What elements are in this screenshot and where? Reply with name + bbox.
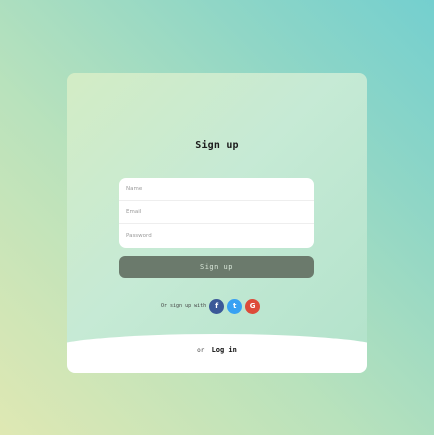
social-prompt: Or sign up with xyxy=(161,303,207,309)
email-field[interactable] xyxy=(126,201,314,223)
social-signup-row: Or sign up with f t G xyxy=(161,298,261,314)
page-title: Sign up xyxy=(195,140,239,151)
password-field-row xyxy=(119,224,314,247)
signup-card: Sign up Sign up Or sign up with f t G or… xyxy=(67,73,367,373)
password-field[interactable] xyxy=(126,224,314,247)
login-link[interactable]: Log in xyxy=(212,346,237,354)
login-prompt: or xyxy=(197,347,205,354)
facebook-icon[interactable]: f xyxy=(209,298,225,314)
signup-button[interactable]: Sign up xyxy=(119,256,314,278)
name-field[interactable] xyxy=(126,178,314,200)
login-row: or Log in xyxy=(67,346,367,354)
email-field-row xyxy=(119,201,314,224)
twitter-icon[interactable]: t xyxy=(227,298,243,314)
google-icon[interactable]: G xyxy=(245,298,261,314)
name-field-row xyxy=(119,178,314,201)
signup-fields xyxy=(119,178,314,248)
